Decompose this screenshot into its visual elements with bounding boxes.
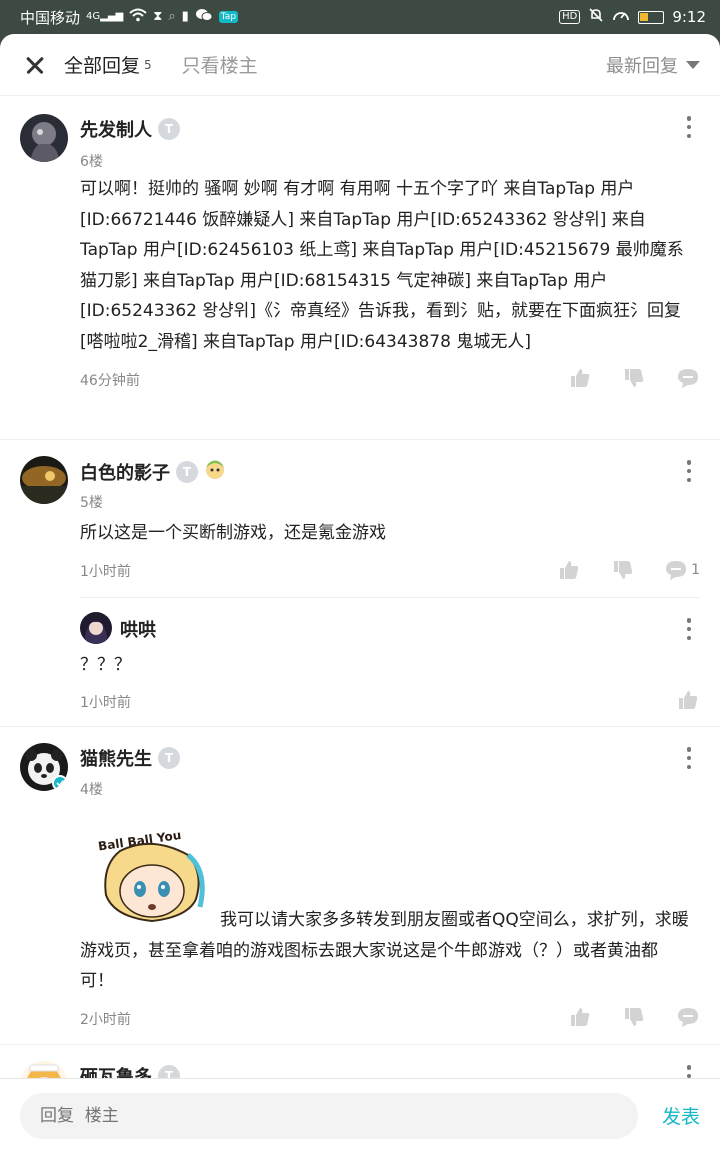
reply-text: ？？？ [80,655,131,675]
more-options-icon[interactable] [686,116,692,138]
taptap-level-icon: T [176,460,198,483]
speed-icon [612,7,630,27]
search-icon: ⌕ [168,9,176,24]
comment-text: 所以这是一个买断制游戏，还是氪金游戏 [80,523,386,543]
floor-number: 6楼 [80,154,103,170]
reply-author[interactable]: 哄哄 [120,616,156,642]
reply-count: 1 [691,562,700,578]
divider [80,597,700,598]
reply-time: 1小时前 [80,695,131,711]
comment-actions [568,366,700,390]
mute-icon [588,7,604,27]
taptap-level-icon: T [158,118,180,140]
more-options-icon[interactable] [686,747,692,769]
thumbs-up-icon[interactable] [568,366,592,390]
clock: 9:12 [672,8,706,26]
comment-actions: 1 [557,558,700,582]
thumbs-up-icon[interactable] [676,688,700,712]
status-bar: 中国移动 4G▂▄▆ ⧗ ⌕ ▮ Tap HD 9:12 [0,0,720,34]
comment-actions [568,1005,700,1029]
wechat-icon [195,8,213,26]
more-options-icon[interactable] [686,618,692,640]
comments-sheet: 全部回复 5 只看楼主 最新回复 先发制人 T 6楼 可以啊！挺帅的 骚啊 妙啊 … [0,34,720,1152]
hourglass-icon: ⧗ [153,9,163,24]
reply-icon[interactable] [676,1005,700,1029]
comment-time: 1小时前 [80,564,131,580]
taptap-icon: Tap [218,11,239,23]
thumbs-up-icon[interactable] [557,558,581,582]
reply-input[interactable] [20,1092,638,1139]
hd-icon: HD [559,10,581,24]
carrier-label: 中国移动 [20,8,81,27]
reply-icon[interactable] [676,366,700,390]
comment-author[interactable]: 先发制人 T [80,116,180,142]
reply-actions [676,688,700,712]
tab-all-replies[interactable]: 全部回复 5 [64,51,152,78]
reply-bar: 发表 [0,1078,720,1152]
reply-button[interactable]: 1 [665,559,700,581]
comment-item: 猫熊先生 T 4楼 Ball Ball You 我可以请大家多多转发到朋友圈或者… [0,727,720,1043]
thumbs-up-icon[interactable] [568,1005,592,1029]
taptap-level-icon: T [158,747,180,769]
signal-icon: 4G▂▄▆ [86,11,124,22]
avatar[interactable] [20,743,68,791]
post-button[interactable]: 发表 [662,1102,700,1129]
avatar[interactable] [20,114,68,162]
comment-item: 先发制人 T 6楼 可以啊！挺帅的 骚啊 妙啊 有才啊 有用啊 十五个字了吖 来… [0,96,720,438]
floor-number: 4楼 [80,782,103,798]
tab-only-op[interactable]: 只看楼主 [182,51,258,78]
sheet-header: 全部回复 5 只看楼主 最新回复 [0,34,720,96]
caret-down-icon [686,60,700,69]
more-options-icon[interactable] [686,460,692,482]
wifi-icon [129,8,147,26]
comment-text: 可以啊！挺帅的 骚啊 妙啊 有才啊 有用啊 十五个字了吖 来自TapTap 用户… [80,179,684,352]
comment-time: 2小时前 [80,1012,131,1028]
battery-icon [638,10,665,24]
close-icon[interactable] [20,50,50,80]
sort-dropdown[interactable]: 最新回复 [606,52,700,78]
comment-author[interactable]: 白色的影子 T [80,458,226,485]
reply-count-badge: 5 [144,58,152,72]
thumbs-down-icon[interactable] [622,366,646,390]
emoji-icon [204,458,226,485]
reply-icon [666,561,687,580]
avatar[interactable] [80,612,112,644]
thumbs-down-icon[interactable] [622,1005,646,1029]
notification-icon: ▮ [181,9,189,24]
floor-number: 5楼 [80,495,103,511]
avatar[interactable] [20,456,68,504]
comment-author[interactable]: 猫熊先生 T [80,745,180,771]
comment-text: 我可以请大家多多转发到朋友圈或者QQ空间么，求扩列，求暖游戏页，甚至拿着咱的游戏… [80,910,689,991]
comment-item: 白色的影子 T 5楼 所以这是一个买断制游戏，还是氪金游戏 1小时前 1 哄哄 … [0,440,720,726]
comment-time: 46分钟前 [80,373,140,389]
thumbs-down-icon[interactable] [611,558,635,582]
